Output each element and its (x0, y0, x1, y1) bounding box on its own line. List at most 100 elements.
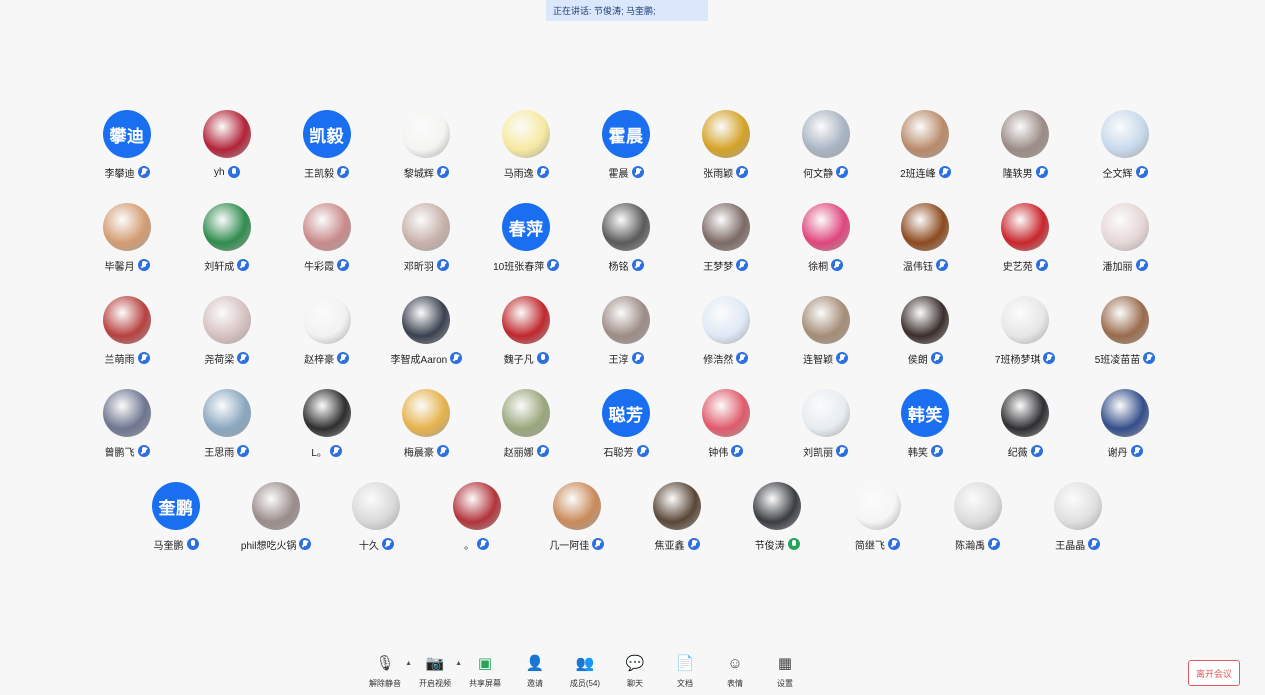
participant-tile[interactable]: 霍晨 霍晨 (576, 110, 676, 190)
participant-tile[interactable]: 徐桐 (776, 203, 876, 283)
participant-tile[interactable]: 何文静 (776, 110, 876, 190)
participant-tile[interactable]: 陈瀚禹 (928, 482, 1028, 562)
participant-tile[interactable]: yh (177, 110, 277, 190)
participant-tile[interactable]: 兰萌雨 (77, 296, 177, 376)
participant-tile[interactable]: 刘凯丽 (776, 389, 876, 469)
participant-tile[interactable]: 5班凌苗苗 (1075, 296, 1175, 376)
avatar (801, 389, 850, 437)
participant-tile[interactable]: 简继飞 (827, 482, 927, 562)
participant-tile[interactable]: 修浩然 (676, 296, 776, 376)
participant-tile[interactable]: 潘加丽 (1075, 203, 1175, 283)
participant-tile[interactable]: 赵梓豪 (277, 296, 377, 376)
participant-tile[interactable]: 牛彩霞 (277, 203, 377, 283)
avatar (753, 482, 802, 530)
mic-muted-icon (337, 259, 350, 271)
invite-label: 邀请 (527, 679, 543, 688)
document-icon: 📄 (675, 655, 695, 672)
participant-name: 刘凯丽 (803, 447, 834, 459)
participant-name-row: 连智颖 (803, 350, 849, 366)
participant-tile[interactable]: 钟伟 (676, 389, 776, 469)
members-icon: 👥 (575, 655, 595, 672)
avatar-initials: 凯毅 (309, 126, 345, 146)
mic-muted-icon (1088, 538, 1101, 550)
participant-tile[interactable]: 连智颖 (776, 296, 876, 376)
mic-muted-icon (1135, 259, 1148, 271)
participant-tile[interactable]: 春萍 10班张春萍 (476, 203, 576, 283)
participant-name: 仝文辉 (1102, 168, 1133, 180)
members-button[interactable]: 👥 成员(54) (560, 652, 610, 689)
participant-tile[interactable]: phil想吃火锅 (226, 482, 326, 562)
participant-name-row: 张雨颖 (703, 164, 749, 180)
participant-tile[interactable]: 2班连峰 (875, 110, 975, 190)
participant-tile[interactable]: 节俊涛 (727, 482, 827, 562)
participant-name: 张雨颖 (703, 168, 734, 180)
avatar: 韩笑 (901, 389, 950, 437)
participant-tile[interactable]: 7班杨梦琪 (975, 296, 1075, 376)
participant-tile[interactable]: 韩笑 韩笑 (875, 389, 975, 469)
leave-meeting-button[interactable]: 离开会议 (1188, 660, 1240, 686)
participant-tile[interactable]: 王晶晶 (1028, 482, 1128, 562)
participant-tile[interactable]: 杨铭 (576, 203, 676, 283)
mic-muted-icon (536, 445, 549, 457)
participant-tile[interactable]: 张雨颖 (676, 110, 776, 190)
participant-tile[interactable]: 史艺苑 (975, 203, 1075, 283)
unmute-button[interactable]: 🎙 解除静音 ▲ (360, 652, 412, 689)
participant-tile[interactable]: 十久 (326, 482, 426, 562)
participant-name-row: 马奎鹏 (154, 536, 199, 552)
participant-name-row: 梅晨豪 (404, 443, 449, 459)
participant-name-row: 王思雨 (204, 443, 250, 459)
participant-tile[interactable]: 李智成Aaron (376, 296, 476, 376)
participant-tile[interactable]: 王思雨 (177, 389, 277, 469)
participant-tile[interactable]: 邓昕羽 (376, 203, 476, 283)
mic-muted-icon (450, 352, 463, 364)
participant-tile[interactable]: 黎城辉 (376, 110, 476, 190)
participant-tile[interactable]: 聪芳 石聪芳 (576, 389, 676, 469)
video-button[interactable]: 📷 开启视频 ▲ (410, 652, 462, 689)
participant-tile[interactable]: 赵丽娜 (476, 389, 576, 469)
avatar (901, 110, 950, 158)
participant-tile[interactable]: 刘轩成 (177, 203, 277, 283)
participant-tile[interactable]: 仝文辉 (1075, 110, 1175, 190)
mic-muted-icon (547, 259, 560, 271)
emoji-button[interactable]: ☺ 表情 (710, 652, 760, 689)
participant-name-row: 节俊涛 (755, 536, 800, 552)
docs-button[interactable]: 📄 文档 (660, 652, 710, 689)
participant-tile[interactable]: 魏子凡 (476, 296, 576, 376)
participant-tile[interactable]: 攀迪 李攀迪 (77, 110, 177, 190)
participant-tile[interactable]: 凯毅 王凯毅 (277, 110, 377, 190)
participant-tile[interactable]: 尧荷梁 (177, 296, 277, 376)
participant-name-row: 赵丽娜 (504, 443, 549, 459)
avatar (1001, 110, 1050, 158)
share-button[interactable]: ▣ 共享屏幕 (460, 652, 510, 689)
chat-label: 聊天 (627, 679, 643, 688)
participant-tile[interactable]: 谢丹 (1075, 389, 1175, 469)
participant-tile[interactable]: 侯朗 (875, 296, 975, 376)
mic-icon (227, 166, 240, 178)
participant-tile[interactable]: 纪薇 (975, 389, 1075, 469)
participant-tile[interactable]: 温伟钰 (875, 203, 975, 283)
avatar (701, 389, 750, 437)
participant-tile[interactable]: 几一阿佳 (527, 482, 627, 562)
participant-name-row: 黎城辉 (404, 164, 449, 180)
mic-muted-icon (592, 538, 605, 550)
participant-tile[interactable]: 曾鹏飞 (77, 389, 177, 469)
participant-tile[interactable]: 。 (427, 482, 527, 562)
mic-muted-icon (687, 538, 700, 550)
invite-button[interactable]: 👤 邀请 (510, 652, 560, 689)
participant-tile[interactable]: 梅晨豪 (376, 389, 476, 469)
avatar-initials: 攀迪 (109, 126, 145, 146)
participant-tile[interactable]: 奎鹏 马奎鹏 (126, 482, 226, 562)
participant-tile[interactable]: 隆轶男 (975, 110, 1075, 190)
chat-button[interactable]: 💬 聊天 (610, 652, 660, 689)
participant-name-row: 韩笑 (908, 443, 943, 459)
participant-name: 石聪芳 (603, 447, 634, 459)
participant-tile[interactable]: 毕馨月 (77, 203, 177, 283)
participant-tile[interactable]: 马雨逸 (476, 110, 576, 190)
participant-tile[interactable]: 王梦梦 (676, 203, 776, 283)
participant-tile[interactable]: L。 (277, 389, 377, 469)
participant-tile[interactable]: 王淳 (576, 296, 676, 376)
participant-tile[interactable]: 焦亚鑫 (627, 482, 727, 562)
avatar (502, 296, 551, 344)
settings-button[interactable]: ▦ 设置 (760, 652, 810, 689)
participant-name-row: 马雨逸 (504, 164, 549, 180)
